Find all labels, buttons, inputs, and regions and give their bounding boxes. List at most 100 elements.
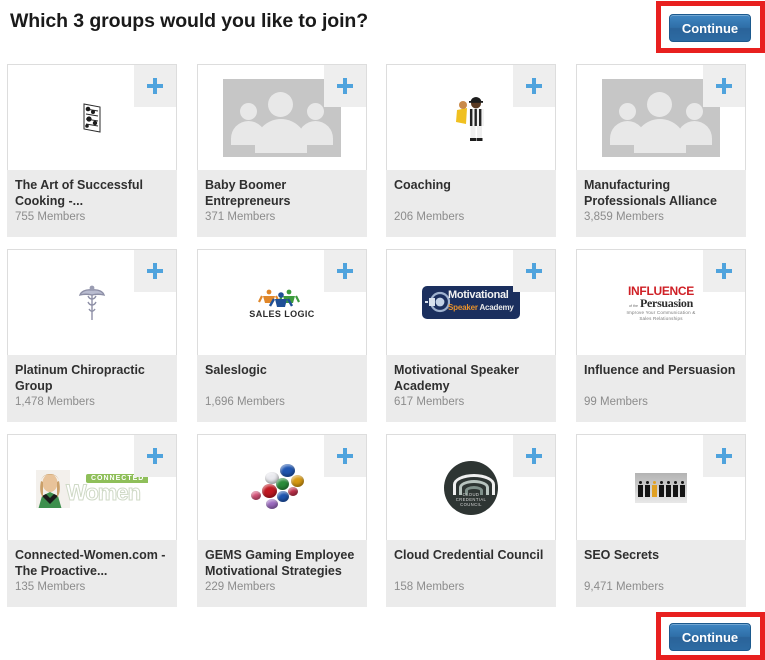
page-title: Which 3 groups would you like to join? bbox=[10, 10, 369, 32]
women-logo-text: Women bbox=[65, 479, 141, 505]
group-card[interactable]: Motivational Speaker Academy Motivationa… bbox=[386, 249, 556, 422]
group-image bbox=[576, 434, 746, 540]
group-member-count: 371 Members bbox=[205, 211, 276, 223]
group-member-count: 1,696 Members bbox=[205, 396, 285, 408]
influence-logo-tagline: Improve Your Communication & Sales Relat… bbox=[626, 309, 696, 321]
motivational-speaker-academy-logo-icon: Motivational Speaker Academy bbox=[422, 286, 520, 319]
group-card[interactable]: Baby Boomer Entrepreneurs 371 Members bbox=[197, 64, 367, 237]
group-name: Saleslogic bbox=[205, 363, 267, 377]
group-card[interactable]: INFLUENCE of the Persuasion Improve Your… bbox=[576, 249, 746, 422]
group-image bbox=[197, 64, 367, 170]
add-group-button[interactable] bbox=[513, 65, 555, 107]
gemstones-icon bbox=[250, 463, 314, 513]
group-image: Motivational Speaker Academy bbox=[386, 249, 556, 355]
add-group-button[interactable] bbox=[324, 250, 366, 292]
group-name: Manufacturing Professionals Alliance bbox=[584, 178, 717, 208]
ccc-logo-text: CLOUD CREDENTIAL COUNCIL bbox=[444, 492, 498, 507]
add-group-button[interactable] bbox=[703, 250, 745, 292]
add-group-button[interactable] bbox=[513, 435, 555, 477]
group-row: Platinum Chiropractic Group 1,478 Member… bbox=[7, 249, 759, 434]
group-card[interactable]: Manufacturing Professionals Alliance 3,8… bbox=[576, 64, 746, 237]
group-info: SEO Secrets 9,471 Members bbox=[576, 540, 746, 607]
add-group-button[interactable] bbox=[134, 65, 176, 107]
group-member-count: 206 Members bbox=[394, 211, 465, 223]
group-grid: The Art of Successful Cooking -... 755 M… bbox=[7, 64, 759, 619]
continue-button-bottom[interactable]: Continue bbox=[669, 623, 751, 651]
add-group-button[interactable] bbox=[134, 435, 176, 477]
group-image bbox=[7, 64, 177, 170]
add-group-button[interactable] bbox=[324, 435, 366, 477]
group-card[interactable]: Coaching 206 Members bbox=[386, 64, 556, 237]
group-name: The Art of Successful Cooking -... bbox=[15, 178, 144, 208]
group-card[interactable]: Platinum Chiropractic Group 1,478 Member… bbox=[7, 249, 177, 422]
group-member-count: 229 Members bbox=[205, 581, 276, 593]
continue-button-top[interactable]: Continue bbox=[669, 14, 751, 42]
group-info: The Art of Successful Cooking -... 755 M… bbox=[7, 170, 177, 237]
paper-figures-icon bbox=[635, 472, 687, 503]
group-member-count: 158 Members bbox=[394, 581, 465, 593]
group-name: Cloud Credential Council bbox=[394, 548, 544, 562]
influence-persuasion-logo-icon: INFLUENCE of the Persuasion Improve Your… bbox=[623, 285, 699, 321]
influence-logo-connector: of the bbox=[628, 303, 638, 308]
connected-women-logo-icon: CONNECTED Women bbox=[36, 468, 148, 508]
group-image bbox=[197, 434, 367, 540]
group-info: Baby Boomer Entrepreneurs 371 Members bbox=[197, 170, 367, 237]
add-group-button[interactable] bbox=[134, 250, 176, 292]
group-member-count: 1,478 Members bbox=[15, 396, 95, 408]
group-name: SEO Secrets bbox=[584, 548, 660, 562]
msa-logo-academy: Academy bbox=[479, 303, 514, 312]
group-info: Motivational Speaker Academy 617 Members bbox=[386, 355, 556, 422]
group-image: CLOUD CREDENTIAL COUNCIL bbox=[386, 434, 556, 540]
group-image: INFLUENCE of the Persuasion Improve Your… bbox=[576, 249, 746, 355]
msa-logo-line1: Motivational bbox=[448, 289, 509, 301]
group-card[interactable]: SALES LOGIC Saleslogic 1,696 Members bbox=[197, 249, 367, 422]
group-name: Motivational Speaker Academy bbox=[394, 363, 520, 393]
group-member-count: 9,471 Members bbox=[584, 581, 664, 593]
group-member-count: 3,859 Members bbox=[584, 211, 664, 223]
add-group-button[interactable] bbox=[513, 250, 555, 292]
add-group-button[interactable] bbox=[324, 65, 366, 107]
add-group-button[interactable] bbox=[703, 435, 745, 477]
saleslogic-logo-text: SALES LOGIC bbox=[249, 308, 315, 319]
caduceus-icon bbox=[77, 283, 107, 323]
group-member-count: 755 Members bbox=[15, 211, 86, 223]
group-name: Coaching bbox=[394, 178, 451, 192]
group-card[interactable]: SEO Secrets 9,471 Members bbox=[576, 434, 746, 607]
group-card[interactable]: CLOUD CREDENTIAL COUNCIL Cloud Credentia… bbox=[386, 434, 556, 607]
group-name: GEMS Gaming Employee Motivational Strate… bbox=[205, 548, 355, 578]
group-card[interactable]: GEMS Gaming Employee Motivational Strate… bbox=[197, 434, 367, 607]
group-member-count: 135 Members bbox=[15, 581, 86, 593]
msa-logo-speaker: Speaker bbox=[448, 303, 478, 312]
group-image bbox=[7, 249, 177, 355]
group-name: Baby Boomer Entrepreneurs bbox=[205, 178, 291, 208]
group-card[interactable]: CONNECTED Women Connected-Women.com - Th… bbox=[7, 434, 177, 607]
group-info: Influence and Persuasion 99 Members bbox=[576, 355, 746, 422]
group-row: The Art of Successful Cooking -... 755 M… bbox=[7, 64, 759, 249]
group-card[interactable]: The Art of Successful Cooking -... 755 M… bbox=[7, 64, 177, 237]
group-name: Influence and Persuasion bbox=[584, 363, 736, 377]
group-image bbox=[386, 64, 556, 170]
group-row: CONNECTED Women Connected-Women.com - Th… bbox=[7, 434, 759, 619]
page-header: Which 3 groups would you like to join? bbox=[0, 0, 765, 56]
group-info: Connected-Women.com - The Proactive... 1… bbox=[7, 540, 177, 607]
group-member-count: 99 Members bbox=[584, 396, 648, 408]
group-member-count: 617 Members bbox=[394, 396, 465, 408]
group-info: Cloud Credential Council 158 Members bbox=[386, 540, 556, 607]
influence-logo-line2: Persuasion bbox=[639, 295, 693, 310]
coach-figure-icon bbox=[451, 94, 491, 142]
add-group-button[interactable] bbox=[703, 65, 745, 107]
group-image: SALES LOGIC bbox=[197, 249, 367, 355]
cloud-credential-council-logo-icon: CLOUD CREDENTIAL COUNCIL bbox=[444, 460, 498, 515]
msa-logo-line2: Speaker Academy bbox=[448, 303, 514, 312]
group-info: Coaching 206 Members bbox=[386, 170, 556, 237]
group-info: Saleslogic 1,696 Members bbox=[197, 355, 367, 422]
group-info: Platinum Chiropractic Group 1,478 Member… bbox=[7, 355, 177, 422]
cooking-sketch-icon bbox=[76, 100, 108, 136]
influence-logo-line1: INFLUENCE bbox=[628, 283, 694, 298]
group-info: Manufacturing Professionals Alliance 3,8… bbox=[576, 170, 746, 237]
ccc-logo-line3: COUNCIL bbox=[460, 501, 482, 507]
group-info: GEMS Gaming Employee Motivational Strate… bbox=[197, 540, 367, 607]
group-name: Connected-Women.com - The Proactive... bbox=[15, 548, 166, 578]
group-image: CONNECTED Women bbox=[7, 434, 177, 540]
saleslogic-logo-icon: SALES LOGIC bbox=[243, 287, 321, 319]
